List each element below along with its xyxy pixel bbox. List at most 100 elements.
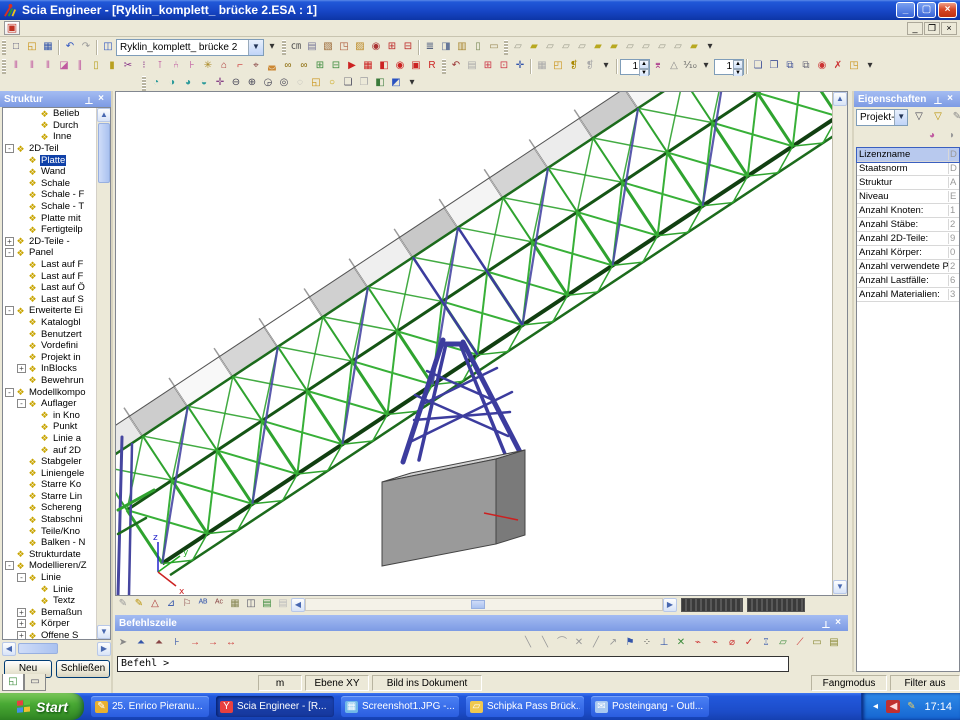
redo-icon[interactable]: ↷	[78, 40, 94, 55]
support-view-icon[interactable]: △	[147, 597, 163, 612]
copy-3-icon[interactable]: ⧉	[782, 59, 798, 74]
rotate-4-icon[interactable]: ◒	[196, 76, 212, 91]
expander-icon[interactable]	[17, 515, 26, 524]
expander-icon[interactable]	[17, 295, 26, 304]
zoom-prev-icon[interactable]: ◌	[292, 76, 308, 91]
taskbar-task[interactable]: ▱ Schipka Pass Brück...	[466, 696, 584, 717]
tree-item[interactable]: ❖ Katalogbl	[3, 317, 97, 329]
status-filter[interactable]: Filter aus	[890, 675, 960, 691]
grid-red2-icon[interactable]: ⊡	[496, 59, 512, 74]
tree-item[interactable]: ❖ in Kno	[3, 409, 97, 421]
tree-item[interactable]: + ❖ InBlocks	[3, 363, 97, 375]
viewport-vertical-scrollbar[interactable]: ▲ ▼	[832, 92, 847, 595]
viewport-canvas[interactable]: z y x	[116, 92, 832, 595]
binocular-1-icon[interactable]: ∞	[280, 59, 296, 74]
snap-node-3-icon[interactable]: ⌀	[724, 636, 740, 651]
menu-item[interactable]	[52, 20, 66, 36]
tree-item[interactable]: ❖ Punkt	[3, 421, 97, 433]
bw-icon[interactable]: ◧	[372, 76, 388, 91]
mdi-restore-button[interactable]: ❐	[924, 22, 940, 35]
break-icon[interactable]: ⑃	[168, 59, 184, 74]
search-yellow-icon[interactable]: ❡	[566, 59, 582, 74]
document-icon[interactable]: ▯	[470, 40, 486, 55]
binocular-2-icon[interactable]: ∞	[296, 59, 312, 74]
merge-icon[interactable]: ✳	[200, 59, 216, 74]
tree-item[interactable]: ❖ Durch	[3, 120, 97, 132]
properties-scope-combo[interactable]: Projekt- ▼	[856, 109, 908, 126]
expander-icon[interactable]	[17, 318, 26, 327]
view-flag-6-icon[interactable]: ▰	[590, 40, 606, 55]
open-view-icon[interactable]: ◱	[308, 76, 324, 91]
select-support-icon[interactable]: ⏶	[133, 636, 149, 651]
property-row[interactable]: Struktur A	[857, 176, 959, 190]
select-grey-icon[interactable]: ▤	[464, 59, 480, 74]
scroll-left-icon[interactable]: ◀	[2, 642, 16, 656]
expander-icon[interactable]	[17, 457, 26, 466]
snap-node-5-icon[interactable]: ⑄	[758, 636, 774, 651]
opening-icon[interactable]: ▯	[88, 59, 104, 74]
view-flag-3-icon[interactable]: ▱	[542, 40, 558, 55]
taskbar-task[interactable]: ▦ Screenshot1.JPG -...	[341, 696, 459, 717]
pin-icon[interactable]: ⊤	[83, 92, 95, 106]
menu-item[interactable]	[94, 20, 108, 36]
tree-item[interactable]: ❖ Linie a	[3, 433, 97, 445]
scroll-right-icon[interactable]: ▶	[663, 598, 677, 612]
tree-item[interactable]: ❖ Projekt in	[3, 351, 97, 363]
caret-3[interactable]: ▾	[862, 59, 878, 74]
chart-grey-icon[interactable]: ◗	[944, 129, 960, 144]
preview-icon[interactable]: ◨	[438, 40, 454, 55]
table-red2-icon[interactable]: ⊟	[400, 40, 416, 55]
save-view-icon[interactable]: ▦	[534, 59, 550, 74]
grid-red-icon[interactable]: ⊞	[480, 59, 496, 74]
snap-node-2-icon[interactable]: ⌁	[707, 636, 723, 651]
tree-item[interactable]: ❖ Bewehrun	[3, 375, 97, 387]
tree-vertical-scrollbar[interactable]: ▲ ▼	[96, 108, 110, 639]
menu-item[interactable]	[80, 20, 94, 36]
view-flag-10-icon[interactable]: ▱	[654, 40, 670, 55]
print-icon[interactable]: ≣	[422, 40, 438, 55]
tray-app-icon[interactable]: ◀	[886, 700, 900, 713]
tree-item[interactable]: ❖ Linie	[3, 583, 97, 595]
beam-icon[interactable]: ‖	[24, 59, 40, 74]
expander-icon[interactable]: -	[5, 306, 14, 315]
table-grey-icon[interactable]: ▤	[275, 597, 291, 612]
move-x1-icon[interactable]: →	[187, 636, 203, 651]
menu-item[interactable]	[38, 20, 52, 36]
view-more-caret[interactable]: ▾	[702, 40, 718, 55]
status-plane[interactable]: Ebene XY	[305, 675, 369, 691]
property-row[interactable]: Niveau E	[857, 190, 959, 204]
expander-icon[interactable]: -	[5, 248, 14, 257]
label-abc2-icon[interactable]: ᴬᶜ	[211, 597, 227, 612]
expander-icon[interactable]	[29, 596, 38, 605]
spinner-up-icon[interactable]: ▲	[639, 60, 649, 69]
view-flag-7-icon[interactable]: ▰	[606, 40, 622, 55]
expander-icon[interactable]	[29, 434, 38, 443]
snap-ruler-icon[interactable]: ▭	[809, 636, 825, 651]
cut-icon[interactable]: ✂	[120, 59, 136, 74]
join-icon[interactable]: ⊺	[152, 59, 168, 74]
expander-icon[interactable]: +	[5, 237, 14, 246]
materials-icon[interactable]: ▨	[352, 40, 368, 55]
tree-item[interactable]: ❖ Schale - T	[3, 201, 97, 213]
zoom-window-icon[interactable]: ◶	[260, 76, 276, 91]
draw-grey-icon[interactable]: ✎	[115, 597, 131, 612]
roof-icon[interactable]: △	[666, 59, 682, 74]
scale-spinner[interactable]: 1 ▲▼	[714, 59, 744, 75]
table-plus-icon[interactable]: ⊞	[312, 59, 328, 74]
table-red-icon[interactable]: ⊞	[384, 40, 400, 55]
tree-item[interactable]: ❖ Fertigteilp	[3, 224, 97, 236]
image-folder-icon[interactable]: ◰	[550, 59, 566, 74]
expander-icon[interactable]	[5, 550, 14, 559]
pin-icon[interactable]: ⊤	[820, 616, 832, 630]
trim-icon[interactable]: ⊦	[184, 59, 200, 74]
view-flag-12-icon[interactable]: ▰	[686, 40, 702, 55]
tree-item[interactable]: - ❖ Erweiterte Ei	[3, 305, 97, 317]
calc-1-icon[interactable]: ▶	[344, 59, 360, 74]
layers-icon[interactable]: ▤	[304, 40, 320, 55]
plate-icon[interactable]: ◪	[56, 59, 72, 74]
tab-structure[interactable]: ◱	[2, 674, 24, 691]
snap-arc-icon[interactable]: ⌒	[554, 636, 570, 651]
snap-node-1-icon[interactable]: ⌁	[690, 636, 706, 651]
hide-icon[interactable]: ✗	[830, 59, 846, 74]
expander-icon[interactable]: -	[5, 144, 14, 153]
